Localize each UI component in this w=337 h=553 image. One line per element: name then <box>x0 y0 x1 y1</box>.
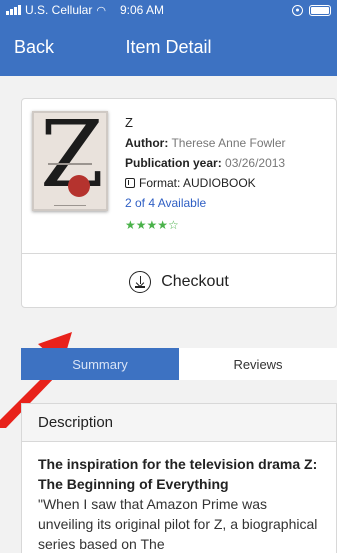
item-detail-card: Z Z Author: Therese Anne Fowler Publicat… <box>21 98 337 308</box>
status-bar: U.S. Cellular ◠ 9:06 AM ● <box>0 0 337 20</box>
page-title: Item Detail <box>125 37 212 57</box>
nav-bar: Back Item Detail <box>0 20 337 76</box>
format-value: Format: AUDIOBOOK <box>139 176 256 190</box>
audiobook-icon <box>125 178 135 188</box>
availability-link[interactable]: 2 of 4 Available <box>125 196 286 210</box>
description-headline: The inspiration for the television drama… <box>38 456 318 492</box>
download-circle-icon <box>129 270 152 293</box>
status-time: 9:06 AM <box>119 3 164 17</box>
description-header: Description <box>22 404 336 442</box>
author-label: Author: <box>125 136 169 150</box>
wifi-icon: ◠ <box>96 4 106 17</box>
checkout-label: Checkout <box>161 272 229 290</box>
carrier-name: U.S. Cellular <box>25 3 93 17</box>
publication-row: Publication year: 03/26/2013 <box>125 156 286 170</box>
rating-stars: ★★★★☆ <box>125 218 179 232</box>
book-cover[interactable]: Z <box>32 111 108 211</box>
orientation-lock-icon: ● <box>292 4 303 16</box>
author-value: Therese Anne Fowler <box>171 136 286 150</box>
battery-icon <box>309 4 331 16</box>
tab-bar: Summary Reviews <box>21 348 337 380</box>
cover-art-circle <box>68 175 90 197</box>
signal-icon <box>6 5 21 15</box>
description-text: "When I saw that Amazon Prime was unveil… <box>38 496 318 552</box>
checkout-button[interactable]: Checkout <box>22 254 336 309</box>
item-info: Z Author: Therese Anne Fowler Publicatio… <box>125 115 286 232</box>
publication-value: 03/26/2013 <box>225 156 286 170</box>
description-body: The inspiration for the television drama… <box>22 442 336 553</box>
item-title: Z <box>125 115 133 130</box>
publication-label: Publication year: <box>125 156 222 170</box>
tab-reviews[interactable]: Reviews <box>179 348 337 380</box>
tab-summary[interactable]: Summary <box>21 348 179 380</box>
format-row: Format: AUDIOBOOK <box>125 176 286 190</box>
description-card: Description The inspiration for the tele… <box>21 403 337 553</box>
author-row: Author: Therese Anne Fowler <box>125 136 286 150</box>
